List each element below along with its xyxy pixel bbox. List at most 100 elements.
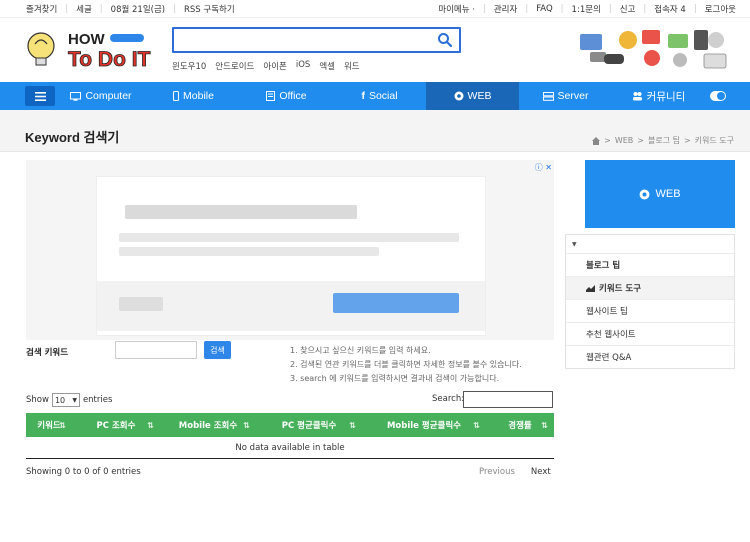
main-nav: Computer Mobile Office f Social WEB Serv… [0,82,750,110]
nav-web[interactable]: WEB [426,82,519,110]
nav-label: Office [279,90,307,102]
search-icon[interactable] [437,32,453,48]
keyword-label: 검색 키워드 [26,348,69,358]
table-header: 키워드 PC 조회수 Mobile 조회수 PC 평균클릭수 Mobile 평균… [26,413,554,437]
phone-icon [173,91,180,101]
nav-community[interactable]: 커뮤니티 [612,82,705,110]
theme-toggle[interactable] [710,91,726,101]
quick-link[interactable]: 워드 [344,60,360,72]
home-icon[interactable] [592,136,601,145]
quick-link[interactable]: 안드로이드 [215,60,254,72]
col-pc-clicks[interactable]: PC 평균클릭수 [256,413,362,437]
chrome-icon [454,91,464,101]
nav-server[interactable]: Server [519,82,612,110]
facebook-icon: f [361,90,365,102]
top-utility-bar: 즐겨찾기 | 세글 | 08월 21일(금) | RSS 구독하기 마이메뉴 · | 관… [0,0,750,18]
nav-office[interactable]: Office [240,82,333,110]
svg-text:HOW: HOW [68,31,106,48]
chrome-icon [640,189,650,199]
col-competition[interactable]: 경쟁률 [486,413,554,437]
sidebar-collapse[interactable]: ▼ [566,235,734,253]
previous-button[interactable]: Previous [479,467,515,477]
visitors-text: 접속자 4 [654,4,686,15]
my-menu-link[interactable]: 마이메뉴 · [438,3,475,15]
admin-link[interactable]: 관리자 [494,3,517,15]
sidebar-item-keyword-tool[interactable]: 키워드 도구 [566,276,734,299]
header-search-input[interactable] [178,29,433,51]
nav-label: Computer [85,90,132,102]
table-search-input[interactable] [463,391,553,408]
keyword-hints: 1. 찾으시고 싶으신 키워드를 입력 하세요. 2. 검색된 연관 키워드를 … [290,344,522,386]
breadcrumb-item[interactable]: 키워드 도구 [695,135,734,146]
table-search-label: Search: [432,394,465,404]
bookmark-link[interactable]: 즐겨찾기 [26,3,57,15]
breadcrumb-item[interactable]: 블로그 팁 [648,135,680,146]
rss-link[interactable]: RSS 구독하기 [184,3,235,15]
site-header: HOW To Do IT 윈도우10 안드로이드 아이폰 iOS 엑셀 워드 [0,18,750,82]
hint-line: 2. 검색된 연관 키워드를 더블 클릭하면 자세한 정보를 볼수 있습니다. [290,360,522,369]
new-posts-link[interactable]: 세글 [76,3,92,15]
sidebar-menu: ▼ 블로그 팁 키워드 도구 웹사이트 팁 추천 웹사이트 웹관련 Q&A [565,234,735,369]
sidebar-item-blog-tips[interactable]: 블로그 팁 [566,253,734,276]
pagination: Previous Next [479,467,551,477]
keyword-input[interactable] [115,341,197,359]
quick-link[interactable]: iOS [296,60,310,72]
inquiry-link[interactable]: 1:1문의 [572,3,601,15]
col-mobile-views[interactable]: Mobile 조회수 [160,413,256,437]
faq-link[interactable]: FAQ [536,4,552,14]
page-title: Keyword 검색기 [25,130,120,145]
ad-content [96,176,486,336]
header-illustration [580,30,727,69]
nav-label: Server [557,90,589,102]
sidebar-banner-label: WEB [655,188,681,200]
chevron-down-icon: ▼ [72,396,77,404]
empty-row: No data available in table [26,437,554,459]
chart-icon [586,285,595,292]
site-logo[interactable]: HOW To Do IT [26,24,162,72]
nav-mobile[interactable]: Mobile [147,82,240,110]
page-length-select[interactable]: 10 ▼ [51,393,80,407]
sidebar-item-web-qna[interactable]: 웹관련 Q&A [566,345,734,368]
page-title-band: Keyword 검색기 > WEB > 블로그 팁 > 키워드 도구 [0,110,750,152]
quick-link[interactable]: 엑셀 [319,60,335,72]
ad-banner[interactable]: ⓘ ✕ [26,160,554,340]
caret-down-icon: ▼ [572,240,577,248]
table-info: Showing 0 to 0 of 0 entries [26,467,141,477]
nav-label: Social [368,90,398,102]
col-mobile-clicks[interactable]: Mobile 평균클릭수 [362,413,486,437]
col-pc-views[interactable]: PC 조회수 [72,413,160,437]
page-length-value: 10 [54,395,66,405]
logout-link[interactable]: 로그아웃 [705,3,736,15]
keyword-table: 키워드 PC 조회수 Mobile 조회수 PC 평균클릭수 Mobile 평균… [26,413,554,459]
nav-label: WEB [467,90,492,102]
quick-link[interactable]: 윈도우10 [172,60,206,72]
nav-social[interactable]: f Social [333,82,426,110]
sidebar-item-recommended-sites[interactable]: 추천 웹사이트 [566,322,734,345]
col-keyword[interactable]: 키워드 [26,413,72,437]
hamburger-icon [34,91,46,101]
top-right-links: 마이메뉴 · | 관리자 | FAQ | 1:1문의 | 신고 | 접속자 4 | 로그아웃 [438,3,736,15]
keyword-search-button[interactable]: 검색 [204,341,231,359]
quick-link[interactable]: 아이폰 [263,60,286,72]
monitor-icon [70,91,82,101]
sidebar-category-banner[interactable]: WEB [585,160,735,228]
page-length-control: Show 10 ▼ entries [26,393,112,407]
nav-label: Mobile [183,90,214,102]
next-button[interactable]: Next [531,467,551,477]
nav-computer[interactable]: Computer [55,82,147,110]
top-left-links: 즐겨찾기 | 세글 | 08월 21일(금) | RSS 구독하기 [26,3,235,15]
menu-button[interactable] [25,86,55,106]
sidebar: WEB ▼ 블로그 팁 키워드 도구 웹사이트 팁 추천 웹사이트 웹관련 Q&… [565,160,735,369]
ad-info-icon[interactable]: ⓘ ✕ [535,162,552,173]
report-link[interactable]: 신고 [620,3,636,15]
date-text: 08월 21일(금) [110,4,166,15]
sidebar-item-website-tips[interactable]: 웹사이트 팁 [566,299,734,322]
hint-line: 3. search 에 키워드를 입력하시면 결과내 검색이 가능합니다. [290,374,500,383]
quick-links: 윈도우10 안드로이드 아이폰 iOS 엑셀 워드 [172,60,360,72]
breadcrumb-item[interactable]: WEB [615,136,633,145]
nav-label: 커뮤니티 [646,90,686,103]
document-icon [266,91,276,101]
hint-line: 1. 찾으시고 싶으신 키워드를 입력 하세요. [290,346,431,355]
entries-label: entries [82,395,113,405]
svg-text:To Do IT: To Do IT [68,48,151,71]
